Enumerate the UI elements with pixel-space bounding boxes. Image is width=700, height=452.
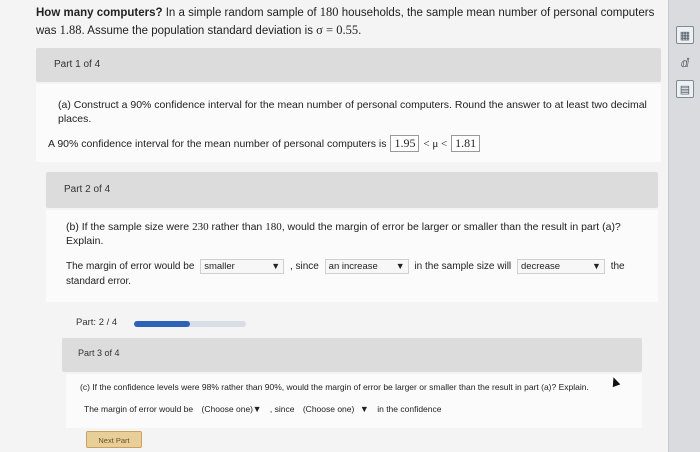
part2-answer-4: the [610, 261, 625, 272]
part2-question-2: rather than [211, 221, 263, 233]
part1-question: (a) Construct a 90% confidence interval … [58, 99, 647, 125]
sample-size: 180 [319, 5, 339, 19]
chevron-down-icon: ▼ [395, 260, 405, 271]
progress-bar-fill [134, 321, 190, 327]
part3-answer-3: in the confidence [377, 403, 442, 414]
problem-text-4: . [358, 25, 362, 37]
standard-error-select[interactable]: decrease ▼ [516, 258, 605, 274]
part3-question: (c) If the confidence levels were 98% ra… [80, 382, 589, 392]
confidence-change-select[interactable]: (Choose one) ▼ [300, 403, 372, 416]
part2-header: Part 2 of 4 [46, 172, 658, 208]
problem-text-1: In a simple random sample of [165, 7, 317, 19]
lower-bound-input[interactable]: 1.95 [390, 135, 420, 152]
part2-header-label: Part 2 of 4 [64, 184, 111, 195]
margin-direction-select[interactable]: smaller ▼ [200, 258, 285, 274]
part2-answer-1: The margin of error would be [66, 261, 195, 272]
part1-header-label: Part 1 of 4 [54, 59, 101, 70]
part1-header: Part 1 of 4 [36, 48, 661, 82]
part2-question: (b) If the sample size were 230 rather t… [66, 220, 651, 248]
part2-body: (b) If the sample size were 230 rather t… [46, 210, 658, 302]
part2-answer-row: The margin of error would be smaller ▼ , … [66, 258, 642, 288]
upper-bound-input[interactable]: 1.81 [451, 135, 481, 152]
part2-answer-2: , since [289, 261, 319, 272]
old-sample-size: 180 [265, 221, 282, 233]
progress-bar [134, 321, 246, 327]
part3-header-label: Part 3 of 4 [78, 348, 120, 358]
progress-label: Part: 2 / 4 [76, 317, 118, 328]
sample-mean: 1.88 [59, 23, 82, 37]
chevron-down-icon: ▼ [592, 260, 601, 271]
part3-answer-1: The margin of error would be [84, 403, 194, 414]
part2-answer-5: standard error. [66, 276, 132, 287]
next-part-button[interactable]: Next Part [86, 431, 142, 448]
sample-change-select[interactable]: an increase ▼ [324, 258, 409, 274]
chevron-down-icon: ▼ [271, 260, 281, 271]
part1-answer-prefix: A 90% confidence interval for the mean n… [48, 138, 387, 150]
data-table-icon[interactable]: ⅆ [676, 54, 694, 72]
population-sd: σ = 0.55 [316, 23, 359, 37]
tool-sidebar: ▦ ⅆ ▤ [668, 0, 700, 452]
part3-answer-row: The margin of error would be (Choose one… [84, 403, 632, 416]
margin-direction-select-c[interactable]: (Choose one) ▼ [199, 403, 265, 416]
part3-header: Part 3 of 4 [62, 338, 642, 372]
chevron-down-icon: ▼ [252, 404, 262, 414]
part2-question-1: (b) If the sample size were [66, 221, 190, 233]
main-panel: How many computers? In a simple random s… [0, 0, 668, 452]
part2-answer-3: in the sample size will [414, 261, 512, 272]
calculator-icon[interactable]: ▦ [676, 26, 694, 44]
part3-answer-2: , since [269, 403, 295, 414]
chevron-down-icon: ▼ [359, 404, 369, 414]
new-sample-size: 230 [192, 221, 209, 233]
problem-statement: How many computers? In a simple random s… [36, 4, 661, 40]
mu-inequality: < μ < [423, 138, 448, 150]
problem-title: How many computers? [36, 7, 163, 19]
problem-text-3: . Assume the population standard deviati… [81, 25, 313, 37]
part1-body: (a) Construct a 90% confidence interval … [36, 84, 661, 162]
part3-body: (c) If the confidence levels were 98% ra… [66, 374, 642, 428]
part1-answer-row: A 90% confidence interval for the mean n… [48, 135, 641, 152]
book-icon[interactable]: ▤ [676, 80, 694, 98]
